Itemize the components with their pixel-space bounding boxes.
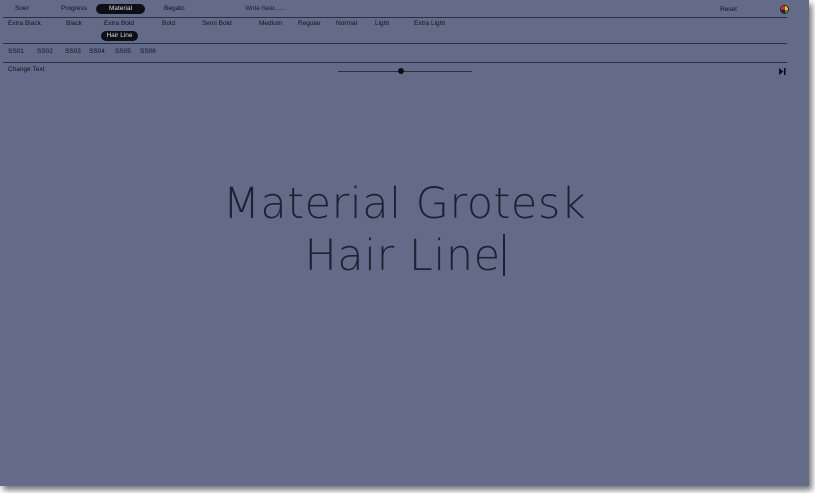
step-forward-icon[interactable]: [779, 68, 786, 75]
weight-bold[interactable]: Bold: [162, 20, 175, 28]
text-cursor: [502, 234, 505, 276]
font-tab-material[interactable]: Material: [96, 4, 145, 14]
weight-semi-bold[interactable]: Semi Bold: [202, 20, 232, 28]
divider: [3, 62, 787, 63]
weight-extra-bold[interactable]: Extra Bold: [104, 20, 134, 28]
ss01-toggle[interactable]: SS01: [8, 48, 24, 56]
font-tab-soer[interactable]: Soer: [15, 5, 29, 13]
font-tab-begato[interactable]: Begato: [164, 5, 185, 13]
ss04-toggle[interactable]: SS04: [89, 48, 105, 56]
font-preview[interactable]: Material Grotesk Hair Line: [0, 178, 809, 282]
weight-extra-light[interactable]: Extra Light: [414, 20, 445, 28]
weight-hair-line[interactable]: Hair Line: [101, 31, 138, 41]
weight-medium[interactable]: Medium: [259, 20, 282, 28]
weight-regular[interactable]: Regular: [298, 20, 321, 28]
weight-black[interactable]: Black: [66, 20, 82, 28]
weight-extra-black[interactable]: Extra Black: [8, 20, 41, 28]
preview-line-2-wrap: Hair Line: [0, 230, 809, 282]
preview-line-1: Material Grotesk: [222, 179, 587, 229]
size-slider-track[interactable]: [338, 71, 472, 72]
colorwheel-logo-icon[interactable]: [780, 5, 789, 14]
weight-light[interactable]: Light: [375, 20, 389, 28]
preview-line-2: Hair Line: [304, 231, 501, 281]
app-window: Soer Progress Material Begato Write hear…: [0, 0, 809, 486]
ss06-toggle[interactable]: SS06: [140, 48, 156, 56]
reset-button[interactable]: Reset: [720, 6, 737, 14]
text-input[interactable]: Write hear......: [245, 5, 285, 13]
ss03-toggle[interactable]: SS03: [65, 48, 81, 56]
font-tab-progress[interactable]: Progress: [61, 5, 87, 13]
weight-normal[interactable]: Normal: [336, 20, 357, 28]
size-slider-handle[interactable]: [397, 68, 404, 74]
divider: [3, 17, 787, 18]
change-text-button[interactable]: Change Text: [8, 66, 44, 74]
ss02-toggle[interactable]: SS02: [37, 48, 53, 56]
ss05-toggle[interactable]: SS05: [115, 48, 131, 56]
divider: [3, 43, 787, 44]
